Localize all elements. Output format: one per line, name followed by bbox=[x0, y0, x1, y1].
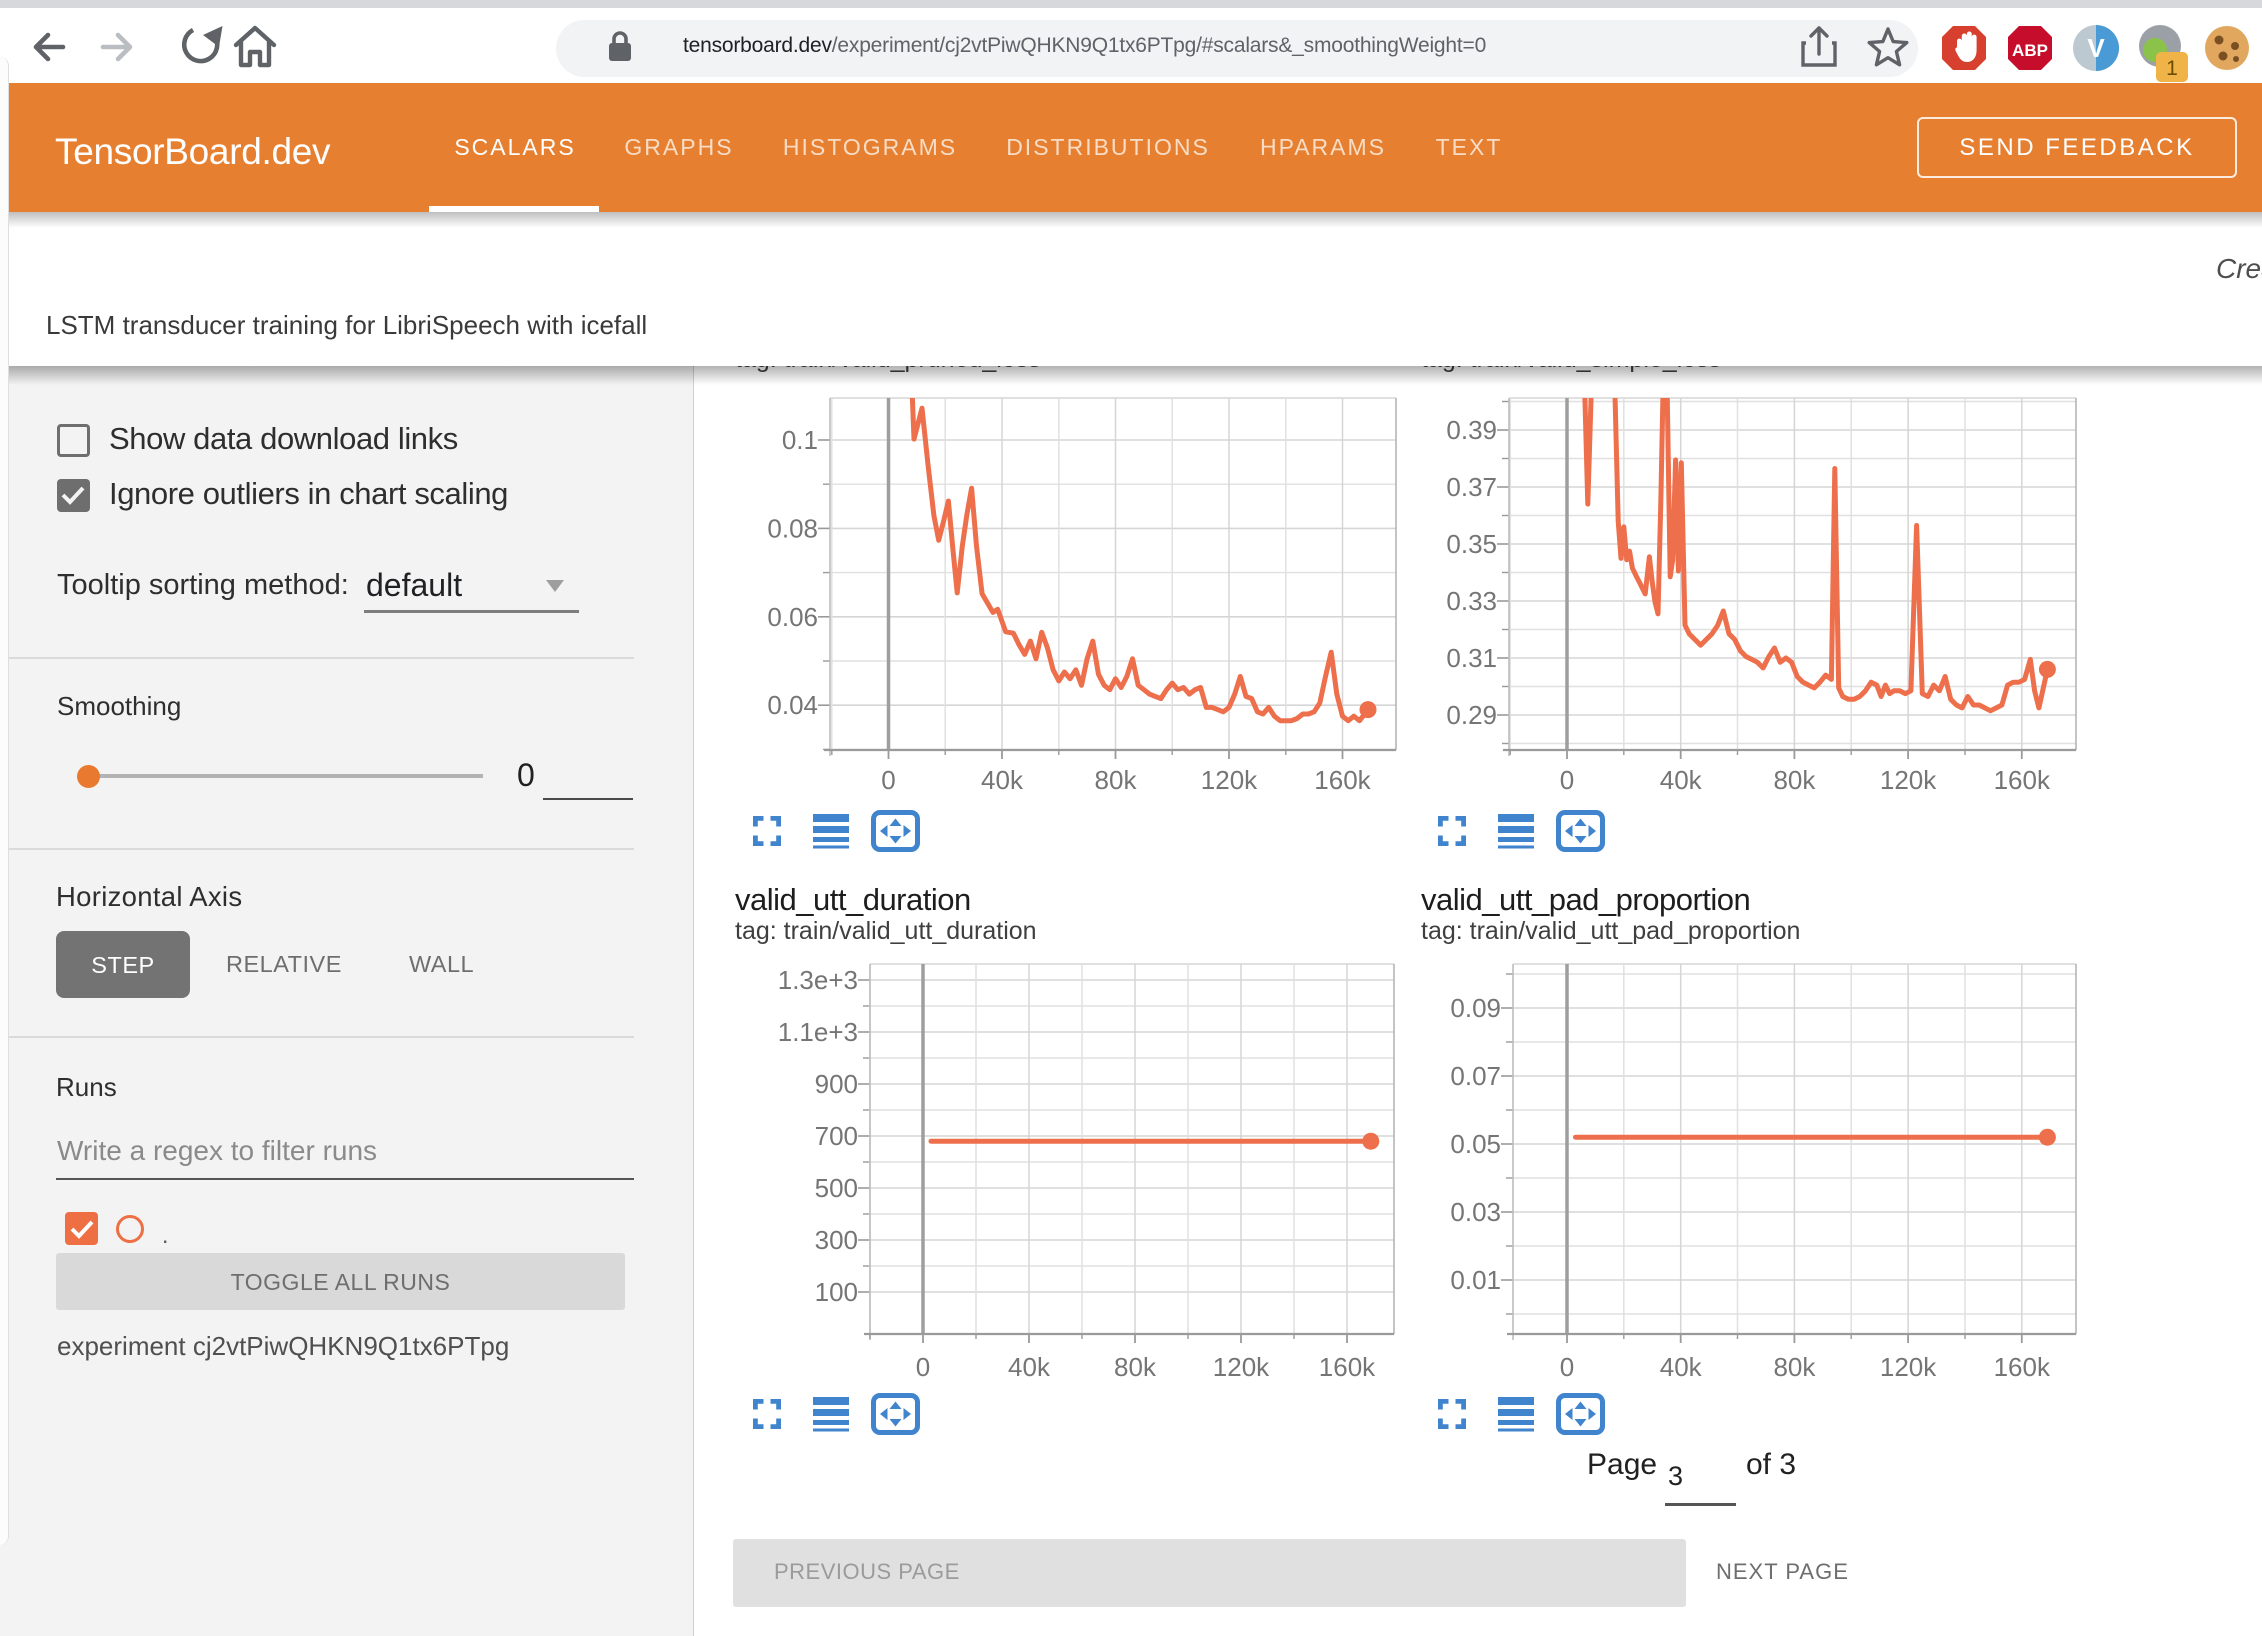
svg-text:0.01: 0.01 bbox=[1450, 1265, 1501, 1295]
svg-text:0.05: 0.05 bbox=[1450, 1129, 1501, 1159]
svg-text:0.03: 0.03 bbox=[1450, 1197, 1501, 1227]
svg-text:160k: 160k bbox=[1994, 1352, 2051, 1382]
svg-text:0: 0 bbox=[1560, 1352, 1574, 1382]
svg-text:40k: 40k bbox=[1660, 1352, 1703, 1382]
svg-text:80k: 80k bbox=[1773, 1352, 1816, 1382]
svg-text:0.07: 0.07 bbox=[1450, 1061, 1501, 1091]
svg-text:0.09: 0.09 bbox=[1450, 993, 1501, 1023]
svg-text:120k: 120k bbox=[1880, 1352, 1937, 1382]
